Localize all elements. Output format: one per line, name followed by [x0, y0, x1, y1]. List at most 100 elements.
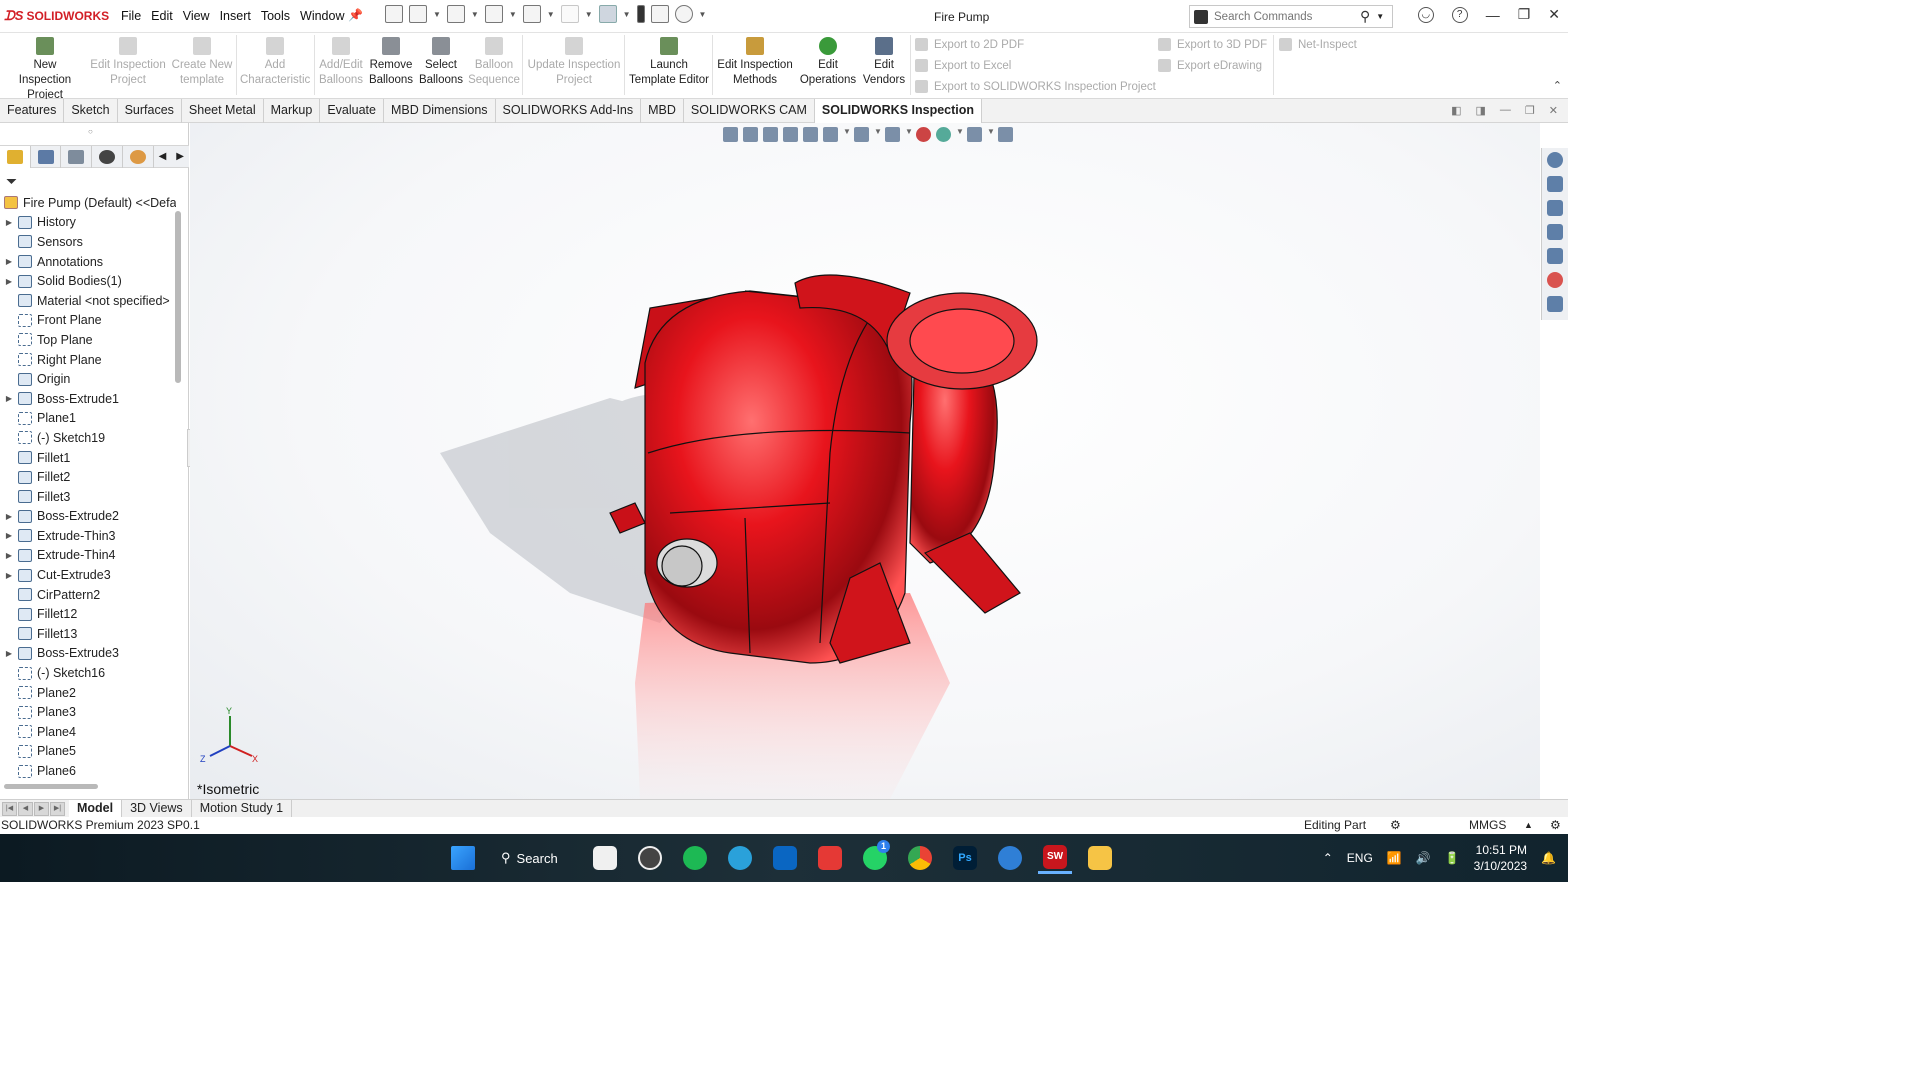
linkedin-app[interactable]	[768, 842, 802, 874]
configuration-manager-tab[interactable]	[61, 145, 93, 168]
tree-item[interactable]: CirPattern2	[0, 585, 176, 605]
user-account-icon[interactable]: ◡	[1417, 6, 1434, 23]
minimize-icon[interactable]: —	[1486, 7, 1500, 23]
tree-item[interactable]: Plane3	[0, 702, 176, 722]
doc-restore-icon[interactable]: ❐	[1525, 104, 1535, 117]
taskbar-search[interactable]: ⚲ Search	[491, 842, 577, 874]
traffic-light-icon[interactable]	[636, 5, 645, 23]
chrome-app[interactable]	[903, 842, 937, 874]
tree-item[interactable]: Fillet12	[0, 604, 176, 624]
gear-icon[interactable]	[674, 5, 693, 23]
solidworks-launcher-app[interactable]	[993, 842, 1027, 874]
first-tab-icon[interactable]: |◀	[2, 801, 17, 816]
chevron-down-icon[interactable]: ▼	[509, 10, 517, 19]
remove-balloons-button[interactable]: Remove Balloons	[368, 37, 414, 88]
file-properties-icon[interactable]	[650, 5, 669, 23]
tree-item[interactable]: Plane5	[0, 742, 176, 762]
tab-3d-views[interactable]: 3D Views	[122, 799, 192, 818]
tree-item[interactable]: Fillet3	[0, 487, 176, 507]
axis-triad[interactable]: Y X Z	[198, 706, 260, 766]
tab-solidworks-inspection[interactable]: SOLIDWORKS Inspection	[814, 99, 983, 123]
edit-inspection-methods-button[interactable]: Edit Inspection Methods	[716, 37, 794, 88]
tree-item[interactable]: Fillet1	[0, 448, 176, 468]
tree-item[interactable]: Plane1	[0, 409, 176, 429]
open-folder-icon[interactable]	[446, 5, 465, 23]
create-new-template-button[interactable]: Create New template	[170, 37, 234, 88]
tree-item[interactable]: ▶ Boss-Extrude3	[0, 644, 176, 664]
chevron-down-icon[interactable]: ▼	[623, 10, 631, 19]
tab-features[interactable]: Features	[0, 99, 65, 123]
tree-item[interactable]: (-) Sketch19	[0, 428, 176, 448]
tree-horizontal-scrollbar[interactable]	[4, 784, 98, 789]
search-icon[interactable]: ⚲	[1360, 8, 1370, 25]
update-inspection-project-button[interactable]: Update Inspection Project	[526, 37, 622, 88]
tree-item[interactable]: ▶ History	[0, 213, 176, 233]
spotify-app[interactable]	[678, 842, 712, 874]
wifi-icon[interactable]: 📶	[1387, 851, 1402, 865]
tree-item[interactable]: Origin	[0, 369, 176, 389]
chevron-down-icon[interactable]: ▼	[547, 10, 555, 19]
start-button[interactable]	[446, 842, 480, 874]
tab-sheet-metal[interactable]: Sheet Metal	[182, 99, 264, 123]
tab-motion-study-1[interactable]: Motion Study 1	[192, 799, 293, 818]
graphics-viewport[interactable]: ▼ ▼ ▼ ▼ ▼ *Isometric Y X Z	[190, 123, 1540, 799]
edit-inspection-project-button[interactable]: Edit Inspection Project	[88, 37, 168, 88]
next-tab-icon[interactable]: ▶	[34, 801, 49, 816]
tree-item[interactable]: Right Plane	[0, 350, 176, 370]
tree-item[interactable]: ▶ Extrude-Thin4	[0, 546, 176, 566]
clock[interactable]: 10:51 PM 3/10/2023	[1474, 842, 1527, 874]
chevron-down-icon[interactable]: ▼	[585, 10, 593, 19]
solidworks-resources-icon[interactable]	[1547, 152, 1563, 168]
tree-root[interactable]: Fire Pump (Default) <<Defa	[0, 193, 176, 213]
chevron-down-icon[interactable]: ▼	[433, 10, 441, 19]
new-inspection-project-button[interactable]: New Inspection Project	[6, 37, 84, 103]
chevron-down-icon[interactable]: ▼	[1376, 12, 1384, 21]
restore-icon[interactable]: ❐	[1518, 6, 1531, 23]
store-app[interactable]	[588, 842, 622, 874]
export-2d-pdf-button[interactable]: Export to 2D PDF	[915, 38, 1024, 51]
expand-arrow-icon[interactable]: ▶	[0, 531, 18, 540]
tree-item[interactable]: Front Plane	[0, 311, 176, 331]
menu-tools[interactable]: Tools	[256, 9, 295, 23]
save-icon[interactable]	[484, 5, 503, 23]
home-icon[interactable]	[385, 5, 403, 23]
property-manager-tab[interactable]	[31, 145, 62, 168]
tab-surfaces[interactable]: Surfaces	[118, 99, 182, 123]
expand-arrow-icon[interactable]: ▶	[0, 277, 18, 286]
menu-edit[interactable]: Edit	[146, 9, 178, 23]
menu-file[interactable]: File	[116, 9, 146, 23]
export-edrawing-button[interactable]: Export eDrawing	[1158, 59, 1262, 72]
tree-item[interactable]: ▶ Boss-Extrude2	[0, 507, 176, 527]
new-document-icon[interactable]	[409, 5, 427, 23]
photoshop-app[interactable]: Ps	[948, 842, 982, 874]
export-inspection-project-button[interactable]: Export to SOLIDWORKS Inspection Project	[915, 80, 1156, 93]
tree-item[interactable]: ▶ Boss-Extrude1	[0, 389, 176, 409]
view-palette-icon[interactable]	[1547, 248, 1563, 264]
doc-minimize-icon[interactable]: —	[1500, 104, 1511, 117]
last-tab-icon[interactable]: ▶|	[50, 801, 65, 816]
search-input[interactable]	[1214, 10, 1354, 23]
fire-pump-model[interactable]	[190, 123, 1540, 799]
tree-item[interactable]: Top Plane	[0, 330, 176, 350]
help-icon[interactable]: ?	[1451, 6, 1468, 23]
display-manager-tab[interactable]	[123, 145, 154, 168]
tab-mbd[interactable]: MBD	[641, 99, 684, 123]
notifications-icon[interactable]: 🔔	[1541, 851, 1556, 865]
export-excel-button[interactable]: Export to Excel	[915, 59, 1011, 72]
wps-office-app[interactable]	[813, 842, 847, 874]
menu-window[interactable]: Window	[295, 9, 349, 23]
expand-arrow-icon[interactable]: ▶	[0, 649, 18, 658]
expand-arrow-icon[interactable]: ▶	[0, 512, 18, 521]
doc-close-icon[interactable]: ✕	[1549, 104, 1558, 117]
tree-item[interactable]: Fillet2	[0, 467, 176, 487]
select-balloons-button[interactable]: Select Balloons	[418, 37, 464, 88]
feature-manager-tab[interactable]	[0, 145, 31, 168]
tab-evaluate[interactable]: Evaluate	[320, 99, 384, 123]
export-3d-pdf-button[interactable]: Export to 3D PDF	[1158, 38, 1267, 51]
chevron-up-icon[interactable]: ⌃	[1323, 851, 1333, 865]
expand-arrow-icon[interactable]: ▶	[0, 218, 18, 227]
add-edit-balloons-button[interactable]: Add/Edit Balloons	[318, 37, 364, 88]
file-explorer-icon[interactable]	[1547, 224, 1563, 240]
launch-template-editor-button[interactable]: Launch Template Editor	[628, 37, 710, 88]
expand-arrow-icon[interactable]: ▶	[0, 571, 18, 580]
